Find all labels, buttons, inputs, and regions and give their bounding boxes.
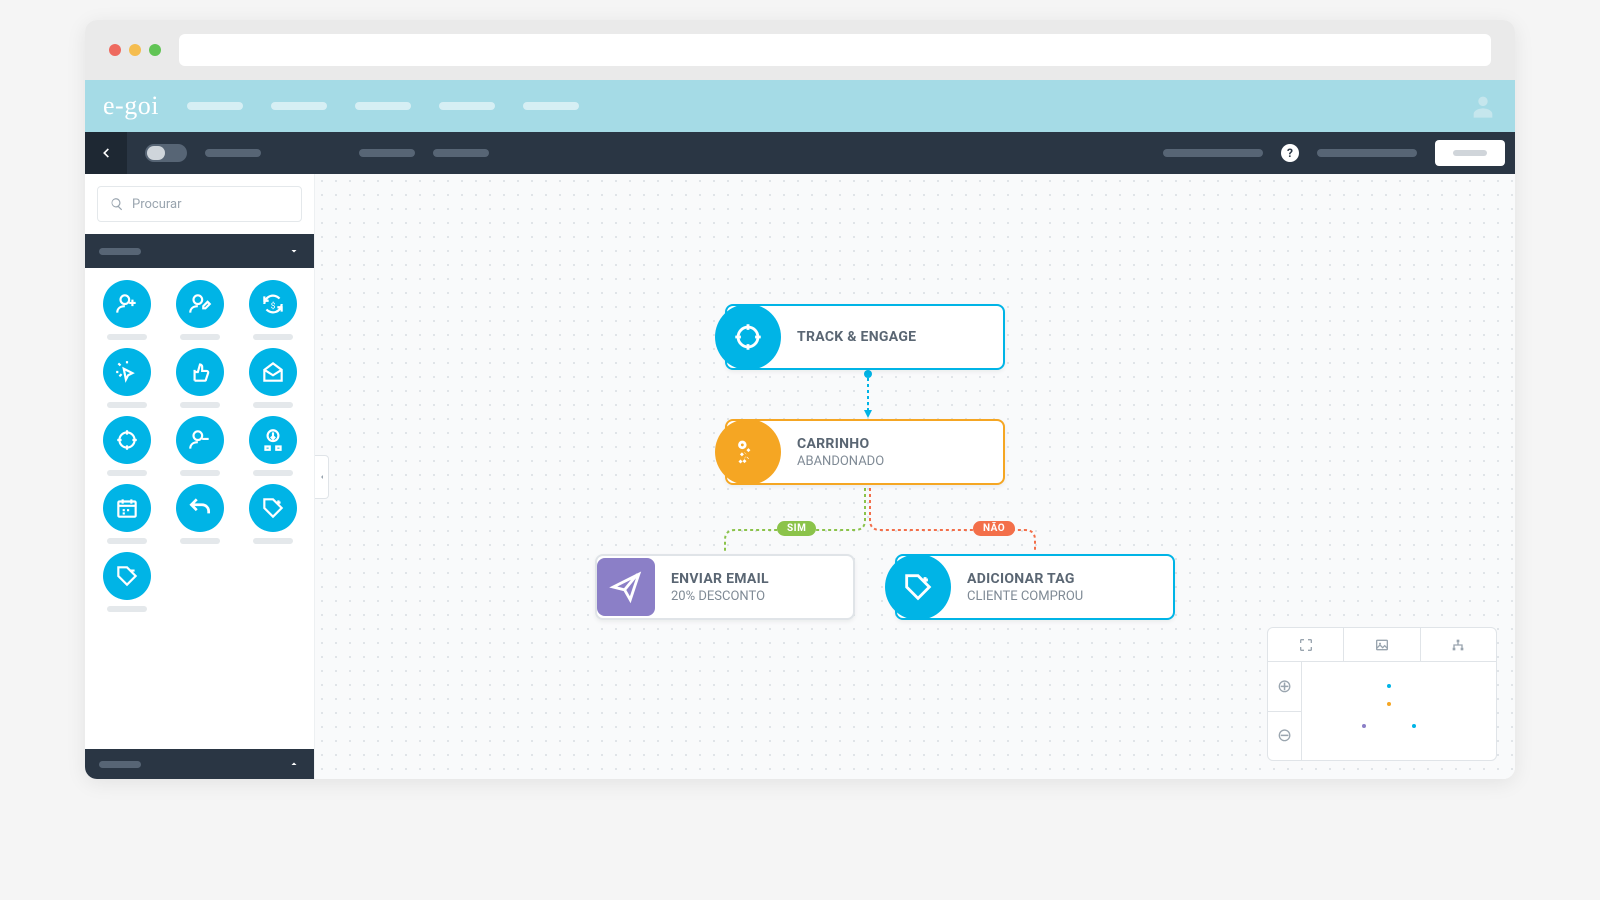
image-icon[interactable] xyxy=(1344,628,1420,661)
download-icon[interactable] xyxy=(249,416,297,464)
branch-no-label: NÃO xyxy=(973,521,1015,536)
calendar-icon[interactable] xyxy=(103,484,151,532)
sub-nav-item[interactable] xyxy=(359,149,415,157)
node-track-engage[interactable]: TRACK & ENGAGE xyxy=(725,304,1005,370)
svg-text:$: $ xyxy=(270,300,275,311)
remove-tag-icon[interactable] xyxy=(103,552,151,600)
minimize-icon[interactable] xyxy=(129,44,141,56)
nav-item[interactable] xyxy=(271,102,327,110)
maximize-icon[interactable] xyxy=(149,44,161,56)
node-add-tag[interactable]: ADICIONAR TAG CLIENTE COMPROU xyxy=(895,554,1175,620)
sidebar-footer[interactable] xyxy=(85,749,314,779)
sub-nav-item[interactable] xyxy=(1317,149,1417,157)
sidebar-section-header[interactable] xyxy=(85,234,314,268)
sub-nav-item[interactable] xyxy=(205,149,261,157)
back-button[interactable] xyxy=(85,132,127,174)
top-nav: e-goi xyxy=(85,80,1515,132)
node-send-email[interactable]: ENVIAR EMAIL 20% DESCONTO xyxy=(595,554,855,620)
nav-item[interactable] xyxy=(355,102,411,110)
search-input[interactable]: Procurar xyxy=(97,186,302,222)
node-title: TRACK & ENGAGE xyxy=(797,329,916,345)
app-window: e-goi ? Procurar xyxy=(85,20,1515,779)
search-icon xyxy=(110,197,124,211)
minimap: ⊕ ⊖ xyxy=(1267,627,1497,761)
sub-nav-item[interactable] xyxy=(433,149,489,157)
node-abandoned-cart[interactable]: CARRINHO ABANDONADO xyxy=(725,419,1005,485)
money-cycle-icon[interactable]: $ xyxy=(249,280,297,328)
zoom-out-button[interactable]: ⊖ xyxy=(1268,712,1301,761)
nav-item[interactable] xyxy=(187,102,243,110)
sub-nav: ? xyxy=(85,132,1515,174)
add-user-icon[interactable] xyxy=(103,280,151,328)
node-title: ADICIONAR TAG xyxy=(967,571,1083,587)
brand-logo: e-goi xyxy=(103,91,159,121)
thumbs-up-icon[interactable] xyxy=(176,348,224,396)
sidebar: Procurar $ xyxy=(85,174,315,779)
add-tag-icon[interactable] xyxy=(249,484,297,532)
window-controls xyxy=(109,44,161,56)
nav-item[interactable] xyxy=(523,102,579,110)
target-icon xyxy=(715,304,781,370)
branch-yes-label: SIM xyxy=(777,521,816,536)
action-button[interactable] xyxy=(1435,140,1505,166)
toggle-switch[interactable] xyxy=(145,144,187,162)
url-bar[interactable] xyxy=(179,34,1491,66)
node-subtitle: CLIENTE COMPROU xyxy=(967,589,1083,604)
workspace: Procurar $ xyxy=(85,174,1515,779)
remove-user-icon[interactable] xyxy=(176,416,224,464)
tag-icon xyxy=(885,554,951,620)
node-title: ENVIAR EMAIL xyxy=(671,571,769,587)
node-subtitle: 20% DESCONTO xyxy=(671,589,769,604)
send-icon xyxy=(597,558,655,616)
undo-icon[interactable] xyxy=(176,484,224,532)
edit-user-icon[interactable] xyxy=(176,280,224,328)
chevron-down-icon xyxy=(288,245,300,257)
flow-canvas[interactable]: SIM NÃO TRACK & ENGAGE CARRINHO ABANDONAD… xyxy=(315,174,1515,779)
target-icon[interactable] xyxy=(103,416,151,464)
node-subtitle: ABANDONADO xyxy=(797,454,884,469)
chevron-up-icon xyxy=(288,758,300,770)
fullscreen-icon[interactable] xyxy=(1268,628,1344,661)
node-title: CARRINHO xyxy=(797,436,884,452)
nav-item[interactable] xyxy=(439,102,495,110)
collapse-sidebar-handle[interactable] xyxy=(315,455,329,499)
icon-palette: $ xyxy=(85,268,314,749)
zoom-in-button[interactable]: ⊕ xyxy=(1268,662,1301,712)
sitemap-icon[interactable] xyxy=(1421,628,1496,661)
user-avatar-icon[interactable] xyxy=(1469,90,1497,122)
browser-chrome xyxy=(85,20,1515,80)
search-placeholder: Procurar xyxy=(132,197,182,212)
condition-icon xyxy=(715,419,781,485)
click-icon[interactable] xyxy=(103,348,151,396)
sub-nav-item[interactable] xyxy=(1163,149,1263,157)
envelope-open-icon[interactable] xyxy=(249,348,297,396)
minimap-viewport[interactable] xyxy=(1302,662,1496,760)
help-icon[interactable]: ? xyxy=(1281,144,1299,162)
close-icon[interactable] xyxy=(109,44,121,56)
